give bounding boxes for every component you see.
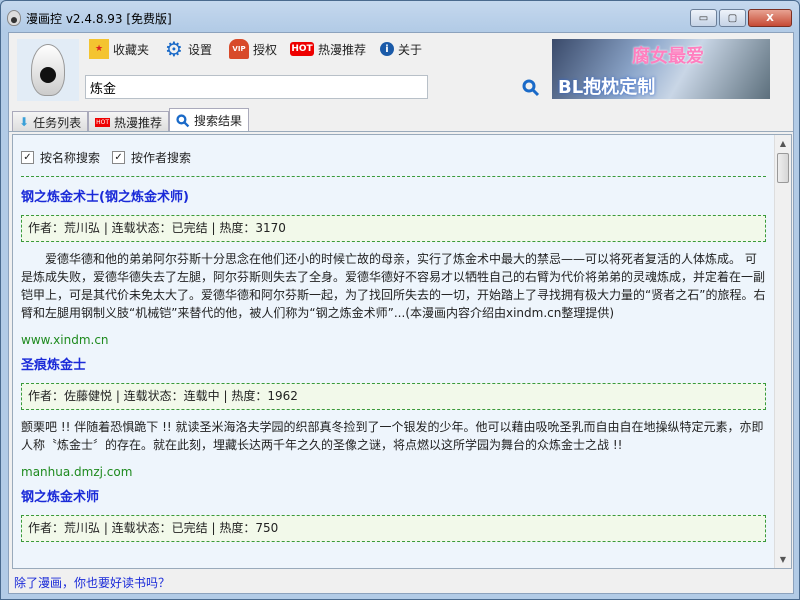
gear-icon: ⚙ [165,37,183,61]
by-name-label: 按名称搜索 [40,150,101,165]
maximize-button[interactable]: ▢ [719,9,746,27]
result-info: 作者：荒川弘 | 连载状态：已完结 | 热度：750 [21,515,766,542]
search-results-panel: ✓ 按名称搜索 ✓ 按作者搜索 钢之炼金术士(钢之炼金术师) 作者：荒川弘 | … [12,134,792,569]
title-bar: 漫画控 v2.4.8.93 [免费版] [7,7,172,29]
result-source-link[interactable]: manhua.dmzj.com [21,463,766,481]
result-item: 圣痕炼金士 作者：佐藤健悦 | 连载状态：连载中 | 热度：1962 颤栗吧 !… [21,355,766,481]
result-title[interactable]: 钢之炼金术士(钢之炼金术师) [21,187,766,209]
search-input[interactable] [85,75,428,99]
ad-banner[interactable]: 腐女最爱 BL抱枕定制 [552,39,770,99]
result-title[interactable]: 圣痕炼金士 [21,355,766,377]
auth-button[interactable]: VIP 授权 [229,38,277,60]
by-author-checkbox[interactable]: ✓ [112,150,126,164]
result-item: 钢之炼金术士(钢之炼金术师) 作者：荒川弘 | 连载状态：已完结 | 热度：31… [21,187,766,349]
result-title[interactable]: 钢之炼金术师 [21,487,766,509]
avatar [17,39,79,101]
tab-hot-recommend[interactable]: HOT 热漫推荐 [88,111,169,132]
search-icon[interactable] [522,79,540,97]
tab-label: 搜索结果 [194,114,243,128]
favorites-label: 收藏夹 [113,42,150,57]
hot-label: 热漫推荐 [318,42,367,57]
folder-star-icon: ★ [89,39,109,59]
result-description: 爱德华德和他的弟弟阿尔芬斯十分思念在他们还小的时候亡故的母亲，实行了炼金术中最大… [21,252,766,320]
vip-user-icon: VIP [229,39,249,59]
minimize-button[interactable]: ▭ [690,9,717,27]
settings-button[interactable]: ⚙ 设置 [164,37,213,61]
result-description: 颤栗吧 !! 伴随着恐惧跪下 !! 就读圣米海洛夫学园的织部真冬捡到了一个银发的… [21,420,764,452]
hot-icon: HOT [95,117,110,127]
result-info: 作者：荒川弘 | 连载状态：已完结 | 热度：3170 [21,215,766,242]
close-button[interactable]: X [748,9,792,27]
vertical-scrollbar[interactable]: ▲ ▼ [774,135,791,568]
about-button[interactable]: i 关于 [380,38,422,60]
app-window: 漫画控 v2.4.8.93 [免费版] ▭ ▢ X ★ 收藏夹 ⚙ 设置 VIP… [0,0,800,600]
result-info: 作者：佐藤健悦 | 连载状态：连载中 | 热度：1962 [21,383,766,410]
divider [21,176,766,177]
status-link[interactable]: 除了漫画，你也要好读书吗？ [14,574,170,591]
hot-icon: HOT [290,42,314,56]
tab-task-list[interactable]: ⬇ 任务列表 [12,111,89,132]
hot-recommend-button[interactable]: HOT 热漫推荐 [290,38,366,60]
banner-line2: BL抱枕定制 [558,77,656,98]
scroll-up-icon[interactable]: ▲ [775,135,791,152]
by-name-checkbox[interactable]: ✓ [21,150,34,164]
client-area: ★ 收藏夹 ⚙ 设置 VIP 授权 HOT 热漫推荐 i 关于 腐女最爱 BL抱… [8,32,794,594]
auth-label: 授权 [253,42,278,57]
dog-mascot-icon [31,44,65,96]
scroll-down-icon[interactable]: ▼ [775,551,791,568]
app-icon [7,10,21,26]
result-item: 钢之炼金术师 作者：荒川弘 | 连载状态：已完结 | 热度：750 [21,487,766,542]
settings-label: 设置 [188,42,213,57]
scrollbar-thumb[interactable] [777,153,789,183]
tab-label: 任务列表 [33,115,82,130]
favorites-button[interactable]: ★ 收藏夹 [89,38,149,60]
banner-line1: 腐女最爱 [632,46,704,67]
download-icon: ⬇ [19,115,30,129]
window-title: 漫画控 v2.4.8.93 [免费版] [26,11,172,26]
info-icon: i [380,42,394,56]
search-icon [176,113,190,127]
by-author-label: 按作者搜索 [131,150,192,165]
tab-label: 热漫推荐 [113,115,162,130]
result-source-link[interactable]: www.xindm.cn [21,331,766,349]
tab-search-results[interactable]: 搜索结果 [169,108,250,132]
about-label: 关于 [398,42,423,57]
